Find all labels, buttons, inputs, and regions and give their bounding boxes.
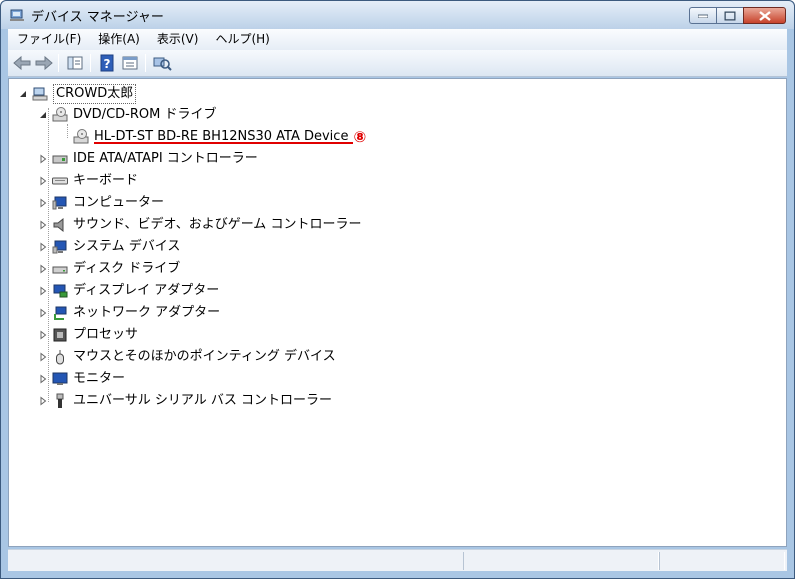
tree-item-label: プロセッサ [73, 327, 139, 342]
window-controls [689, 7, 786, 24]
expand-arrow-icon[interactable] [38, 264, 48, 274]
usb-icon [56, 393, 64, 408]
close-button[interactable] [743, 7, 786, 24]
monitor-icon [52, 372, 68, 385]
device-manager-icon [10, 9, 24, 21]
forward-arrow-icon[interactable] [34, 54, 54, 72]
tree-item-processors[interactable]: プロセッサ [38, 324, 138, 346]
tree-item-dvd-cd-rom[interactable]: DVD/CD-ROM ドライブ [38, 104, 216, 126]
tree-item-mice-pointing[interactable]: マウスとそのほかのポインティング デバイス [38, 346, 336, 368]
expand-arrow-icon[interactable] [38, 374, 48, 384]
tree-item-label: ネットワーク アダプター [73, 305, 221, 320]
toolbar: ? [8, 50, 787, 77]
collapse-arrow-icon[interactable] [38, 110, 48, 120]
expand-arrow-icon[interactable] [38, 176, 48, 186]
collapse-arrow-icon[interactable] [18, 89, 28, 99]
maximize-icon [724, 11, 736, 20]
expand-arrow-icon[interactable] [38, 330, 48, 340]
optical-drive-icon [73, 129, 89, 144]
tree-item-keyboard[interactable]: キーボード [38, 170, 138, 192]
speaker-icon [53, 217, 64, 233]
expand-arrow-icon[interactable] [38, 220, 48, 230]
title-bar[interactable]: デバイス マネージャー [1, 1, 794, 29]
expand-arrow-icon[interactable] [38, 396, 48, 406]
monitor-icon [52, 196, 67, 210]
status-bar [8, 549, 787, 571]
maximize-button[interactable] [716, 7, 743, 24]
red-underline-annotation [94, 142, 353, 144]
tree-item-computer[interactable]: コンピューター [38, 192, 164, 214]
tree-item-label: コンピューター [73, 195, 165, 210]
computer-name-label: CROWD太郎 [53, 84, 137, 104]
tree-item-label: システム デバイス [73, 239, 181, 254]
tree-item-label: ユニバーサル シリアル バス コントローラー [73, 393, 333, 408]
expand-arrow-icon[interactable] [38, 198, 48, 208]
menu-help[interactable]: ヘルプ(H) [206, 29, 277, 50]
close-icon [758, 10, 771, 21]
tree-guide-line [67, 124, 68, 138]
show-hide-console-tree-icon[interactable] [65, 54, 85, 72]
disk-drive-icon [52, 266, 68, 274]
tree-item-label: マウスとそのほかのポインティング デバイス [73, 349, 336, 364]
properties-icon[interactable] [120, 54, 140, 72]
system-devices-icon [52, 240, 67, 254]
ide-controller-icon [52, 155, 68, 164]
tree-item-label: キーボード [73, 173, 139, 188]
minimize-button[interactable] [689, 7, 716, 24]
network-adapter-icon [54, 306, 67, 320]
expand-arrow-icon[interactable] [38, 286, 48, 296]
display-adapter-icon [53, 284, 68, 298]
tree-item-sound-video-game[interactable]: サウンド、ビデオ、およびゲーム コントローラー [38, 214, 361, 236]
expand-arrow-icon[interactable] [38, 242, 48, 252]
device-manager-window: デバイス マネージャー ファイル(F) 操作(A) 表示(V) ヘルプ(H) ?… [0, 0, 795, 579]
status-cell [463, 552, 659, 570]
tree-item-dvd-device[interactable]: HL-DT-ST BD-RE BH12NS30 ATA Device ⑧ [73, 126, 366, 148]
toolbar-separator [58, 54, 59, 72]
window-title: デバイス マネージャー [31, 10, 164, 25]
tree-item-label: ディスク ドライブ [73, 261, 181, 276]
computer-icon [32, 87, 48, 101]
mouse-icon [56, 350, 64, 365]
tree-item-label: ディスプレイ アダプター [73, 283, 220, 298]
device-tree-pane[interactable]: CROWD太郎 DVD/CD-ROM ドライブ HL-DT-ST BD-RE B… [8, 78, 787, 547]
toolbar-separator [145, 54, 146, 72]
tree-item-label: モニター [73, 371, 126, 386]
menu-view[interactable]: 表示(V) [148, 29, 207, 50]
tree-item-usb-controllers[interactable]: ユニバーサル シリアル バス コントローラー [38, 390, 332, 412]
scan-hardware-changes-icon[interactable] [152, 54, 172, 72]
toolbar-separator [90, 54, 91, 72]
expand-arrow-icon[interactable] [38, 308, 48, 318]
tree-item-display-adapters[interactable]: ディスプレイ アダプター [38, 280, 219, 302]
tree-item-disk-drives[interactable]: ディスク ドライブ [38, 258, 180, 280]
minimize-icon [698, 14, 708, 18]
tree-item-system-devices[interactable]: システム デバイス [38, 236, 180, 258]
svg-text:?: ? [104, 57, 111, 71]
optical-drive-icon [52, 107, 68, 122]
processor-icon [53, 328, 67, 342]
expand-arrow-icon[interactable] [38, 352, 48, 362]
status-cell [659, 552, 785, 570]
tree-item-monitors[interactable]: モニター [38, 368, 125, 390]
keyboard-icon [52, 177, 68, 185]
expand-arrow-icon[interactable] [38, 154, 48, 164]
help-icon[interactable]: ? [97, 54, 117, 72]
menu-file[interactable]: ファイル(F) [8, 29, 89, 50]
tree-item-ide-controllers[interactable]: IDE ATA/ATAPI コントローラー [38, 148, 258, 170]
menu-action[interactable]: 操作(A) [89, 29, 148, 50]
annotation-marker: ⑧ [353, 128, 367, 146]
tree-item-network-adapters[interactable]: ネットワーク アダプター [38, 302, 220, 324]
menu-bar: ファイル(F) 操作(A) 表示(V) ヘルプ(H) [8, 29, 787, 50]
tree-item-label: サウンド、ビデオ、およびゲーム コントローラー [73, 217, 362, 232]
back-arrow-icon[interactable] [12, 54, 32, 72]
tree-root-row[interactable]: CROWD太郎 [18, 83, 137, 105]
tree-item-label: DVD/CD-ROM ドライブ [73, 107, 217, 122]
tree-item-label: IDE ATA/ATAPI コントローラー [73, 151, 258, 166]
